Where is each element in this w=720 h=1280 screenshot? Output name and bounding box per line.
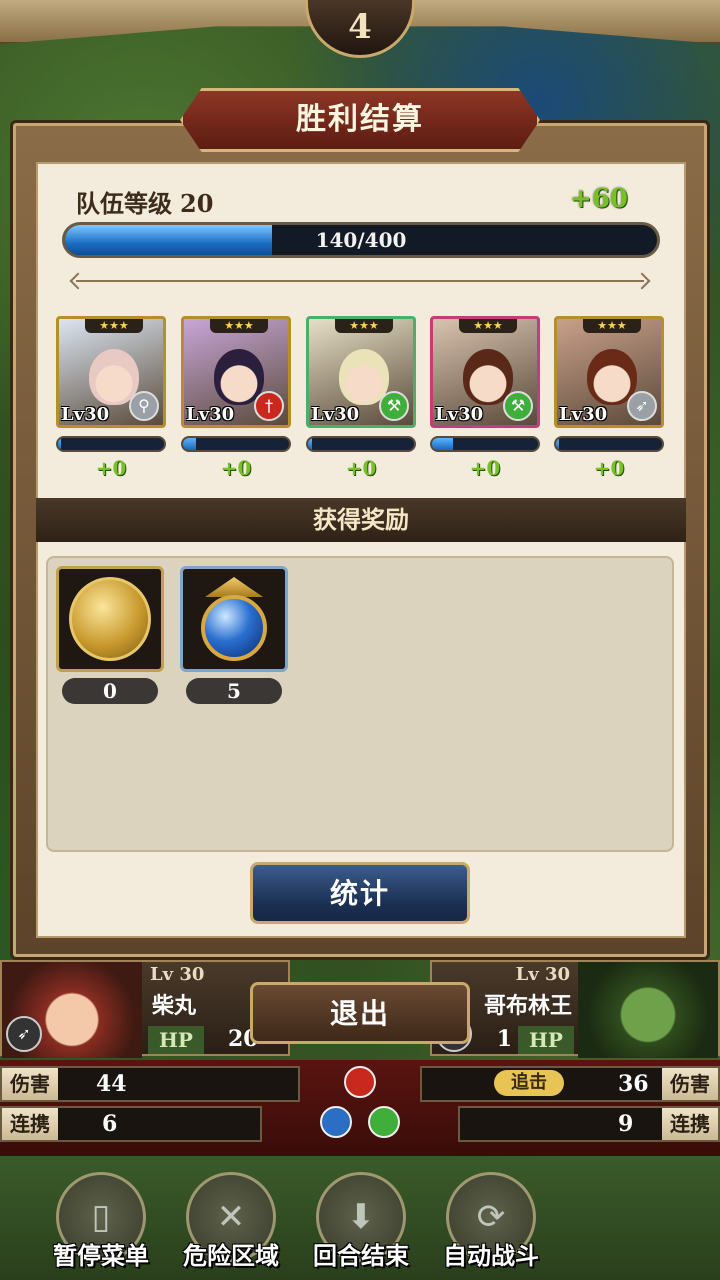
statistics-button[interactable]: 统计 <box>250 862 470 924</box>
party-exp-text: 140/400 <box>315 228 407 252</box>
enemy-card: Lv 30 哥布林王 HP 1 ? <box>430 960 720 1058</box>
party-level: 队伍等级 20 <box>76 184 213 219</box>
character-exp-fill <box>58 438 62 450</box>
player-hp-label: HP <box>148 1026 204 1054</box>
player-card: Lv 30 柴丸 HP 20 ➶ <box>0 960 290 1058</box>
character-level: Lv30 <box>186 404 235 425</box>
character-exp-gain: +0 <box>469 456 501 480</box>
player-level: Lv 30 <box>150 964 205 985</box>
party-member-card[interactable]: ★★★ Lv30 ➶ +0 <box>554 316 664 486</box>
character-exp-fill <box>308 438 313 450</box>
party-level-value: 20 <box>180 189 214 218</box>
player-name: 柴丸 <box>152 994 197 1019</box>
menu-label: 回合结束 <box>313 1242 409 1270</box>
rewards-title: 获得奖励 <box>36 498 686 542</box>
enemy-name: 哥布林王 <box>483 994 572 1019</box>
stat-value: 9 <box>618 1111 634 1137</box>
gold-medal-icon <box>56 566 164 672</box>
character-portrait: ★★★ Lv30 ⚒ <box>430 316 540 428</box>
stat-value: 44 <box>96 1071 127 1097</box>
party-member-card[interactable]: ★★★ Lv30 † +0 <box>181 316 291 486</box>
rarity-stars: ★★★ <box>335 319 393 333</box>
character-exp-bar <box>181 436 291 452</box>
stat-label: 连携 <box>662 1108 718 1140</box>
stat-label: 伤害 <box>662 1068 718 1100</box>
wind-element-icon <box>368 1106 400 1138</box>
menu-label: 暂停菜单 <box>53 1242 149 1270</box>
reward-count: 0 <box>62 678 158 704</box>
exit-button[interactable]: 退出 <box>250 982 470 1044</box>
end-turn-button[interactable]: ⬇ 回合结束 <box>302 1172 420 1272</box>
party-member-card[interactable]: ★★★ Lv30 ⚒ +0 <box>430 316 540 486</box>
left-damage-row: 伤害 44 <box>0 1066 300 1102</box>
character-portrait: ★★★ Lv30 ➶ <box>554 316 664 428</box>
rarity-stars: ★★★ <box>583 319 641 333</box>
rarity-stars: ★★★ <box>85 319 143 333</box>
enemy-hp-label: HP <box>518 1026 574 1054</box>
stat-label: 连携 <box>2 1108 58 1140</box>
enemy-hp: 1 <box>496 1026 512 1052</box>
bow-icon: ➶ <box>627 391 657 421</box>
right-combo-row: 9 连携 <box>458 1106 720 1142</box>
axe-icon: ⚒ <box>503 391 533 421</box>
rarity-stars: ★★★ <box>210 319 268 333</box>
chase-badge: 追击 <box>494 1070 564 1096</box>
section-divider <box>76 280 644 282</box>
character-level: Lv30 <box>311 404 360 425</box>
blue-orb-icon <box>180 566 288 672</box>
enemy-level: Lv 30 <box>515 964 570 985</box>
pause-menu-button[interactable]: ▯ 暂停菜单 <box>42 1172 160 1272</box>
character-exp-bar <box>306 436 416 452</box>
character-exp-bar <box>56 436 166 452</box>
reward-item-gold-medal[interactable]: 0 <box>56 566 164 706</box>
rarity-stars: ★★★ <box>459 319 517 333</box>
party-exp-bar: 140/400 <box>62 222 660 258</box>
result-title: 胜利结算 <box>180 88 540 152</box>
character-exp-fill <box>556 438 560 450</box>
party-level-label: 队伍等级 <box>76 190 172 218</box>
character-exp-gain: +0 <box>220 456 252 480</box>
reward-item-blue-orb[interactable]: 5 <box>180 566 288 706</box>
character-level: Lv30 <box>435 404 484 425</box>
character-exp-bar <box>430 436 540 452</box>
enemy-avatar <box>578 962 718 1058</box>
character-exp-fill <box>183 438 196 450</box>
character-exp-fill <box>432 438 454 450</box>
party-member-card[interactable]: ★★★ Lv30 ⚲ +0 <box>56 316 166 486</box>
character-exp-bar <box>554 436 664 452</box>
fire-element-icon <box>344 1066 376 1098</box>
exp-gain: +60 <box>570 184 628 214</box>
sword-icon: † <box>254 391 284 421</box>
character-portrait: ★★★ Lv30 ⚲ <box>56 316 166 428</box>
character-portrait: ★★★ Lv30 † <box>181 316 291 428</box>
stat-value: 36 <box>618 1071 649 1097</box>
menu-label: 自动战斗 <box>443 1242 539 1270</box>
left-combo-row: 连携 6 <box>0 1106 262 1142</box>
turn-counter: 4 <box>305 0 415 58</box>
stat-value: 6 <box>102 1111 118 1137</box>
character-level: Lv30 <box>559 404 608 425</box>
character-exp-gain: +0 <box>593 456 625 480</box>
staff-icon: ⚲ <box>129 391 159 421</box>
menu-label: 危险区域 <box>183 1242 279 1270</box>
character-exp-gain: +0 <box>95 456 127 480</box>
reward-count: 5 <box>186 678 282 704</box>
danger-zone-button[interactable]: ✕ 危险区域 <box>172 1172 290 1272</box>
auto-battle-button[interactable]: ⟳ 自动战斗 <box>432 1172 550 1272</box>
party-member-card[interactable]: ★★★ Lv30 ⚒ +0 <box>306 316 416 486</box>
character-level: Lv30 <box>61 404 110 425</box>
right-damage-row: 追击 36 伤害 <box>420 1066 720 1102</box>
bow-icon: ➶ <box>6 1016 42 1052</box>
element-triangle-icon <box>318 1066 402 1146</box>
stat-label: 伤害 <box>2 1068 58 1100</box>
character-portrait: ★★★ Lv30 ⚒ <box>306 316 416 428</box>
axe-icon: ⚒ <box>379 391 409 421</box>
character-exp-gain: +0 <box>345 456 377 480</box>
water-element-icon <box>320 1106 352 1138</box>
